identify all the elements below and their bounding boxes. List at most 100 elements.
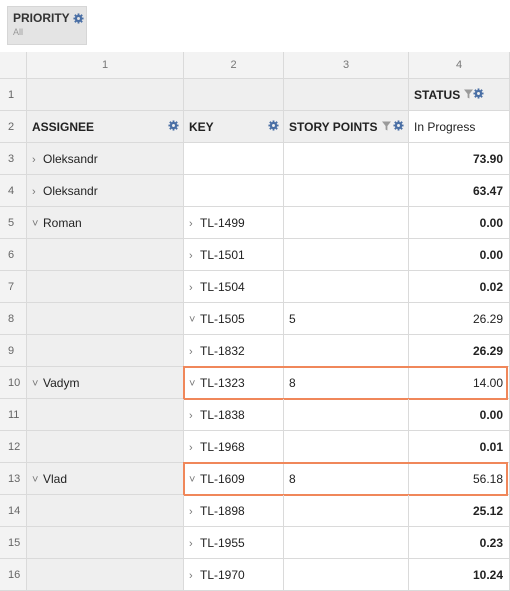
status-value-cell: 10.24	[409, 559, 510, 591]
funnel-icon[interactable]	[382, 120, 391, 134]
issue-key: TL-1505	[200, 312, 245, 326]
chevron-right-icon[interactable]: ›	[189, 560, 198, 590]
key-cell	[184, 175, 284, 207]
chevron-right-icon[interactable]: ›	[189, 240, 198, 270]
key-cell[interactable]: › TL-1898	[184, 495, 284, 527]
issue-key: TL-1501	[200, 248, 245, 262]
chevron-down-icon[interactable]: ˅	[32, 464, 41, 494]
chevron-down-icon[interactable]: ˅	[32, 368, 41, 398]
gear-icon[interactable]	[73, 12, 84, 24]
story-points-header[interactable]: STORY POINTS	[284, 111, 409, 143]
row-number: 10	[0, 367, 27, 399]
gear-icon[interactable]	[473, 88, 484, 102]
status-value-cell: 26.29	[409, 335, 510, 367]
key-cell[interactable]: › TL-1501	[184, 239, 284, 271]
column-number[interactable]: 1	[27, 52, 184, 79]
table-row: 6 › TL-1501 0.00	[0, 239, 510, 271]
row-number: 12	[0, 431, 27, 463]
row-number: 3	[0, 143, 27, 175]
key-cell[interactable]: › TL-1970	[184, 559, 284, 591]
chevron-right-icon[interactable]: ›	[189, 208, 198, 238]
column-number[interactable]: 4	[409, 52, 510, 79]
chevron-right-icon[interactable]: ›	[189, 400, 198, 430]
assignee-header-label: ASSIGNEE	[32, 120, 95, 134]
issue-key: TL-1609	[200, 472, 245, 486]
status-value-cell: 25.12	[409, 495, 510, 527]
priority-filter-chip[interactable]: PRIORITY All	[7, 6, 87, 45]
story-points-cell	[284, 143, 409, 175]
assignee-cell[interactable]: › Oleksandr	[27, 175, 184, 207]
table-row: 4 › Oleksandr 63.47	[0, 175, 510, 207]
table-row: 8 ˅ TL-1505 5 26.29	[0, 303, 510, 335]
empty-header-cell	[27, 79, 184, 111]
row-number: 7	[0, 271, 27, 303]
chevron-right-icon[interactable]: ›	[32, 144, 41, 174]
assignee-header[interactable]: ASSIGNEE	[27, 111, 184, 143]
key-cell[interactable]: › TL-1832	[184, 335, 284, 367]
chevron-right-icon[interactable]: ›	[189, 432, 198, 462]
assignee-cell[interactable]: ˅ Vadym	[27, 367, 184, 399]
column-number[interactable]: 3	[284, 52, 409, 79]
key-cell[interactable]: ˅ TL-1323	[184, 367, 284, 399]
row-number: 6	[0, 239, 27, 271]
status-header[interactable]: STATUS	[409, 79, 510, 111]
issue-key: TL-1504	[200, 280, 245, 294]
story-points-cell: 8	[284, 367, 409, 399]
story-points-cell	[284, 399, 409, 431]
table-row: 2 ASSIGNEE KEY STORY POINTS In Progress	[0, 111, 510, 143]
chevron-down-icon[interactable]: ˅	[32, 208, 41, 238]
status-value-header[interactable]: In Progress	[409, 111, 510, 143]
story-points-cell	[284, 207, 409, 239]
status-value-cell: 0.01	[409, 431, 510, 463]
assignee-cell[interactable]: ˅ Roman	[27, 207, 184, 239]
key-cell	[184, 143, 284, 175]
corner-cell	[0, 52, 27, 79]
table-row: 1 STATUS	[0, 79, 510, 111]
status-value-cell: 14.00	[409, 367, 510, 399]
row-number: 1	[0, 79, 27, 111]
gear-icon[interactable]	[168, 120, 179, 134]
key-cell[interactable]: › TL-1504	[184, 271, 284, 303]
story-points-cell	[284, 271, 409, 303]
issue-key: TL-1968	[200, 440, 245, 454]
chevron-right-icon[interactable]: ›	[32, 176, 41, 206]
chevron-down-icon[interactable]: ˅	[189, 304, 198, 334]
gear-icon[interactable]	[268, 120, 279, 134]
column-number[interactable]: 2	[184, 52, 284, 79]
chevron-down-icon[interactable]: ˅	[189, 368, 198, 398]
story-points-cell	[284, 559, 409, 591]
issue-key: TL-1970	[200, 568, 245, 582]
row-number: 14	[0, 495, 27, 527]
assignee-cell[interactable]: › Oleksandr	[27, 143, 184, 175]
chevron-right-icon[interactable]: ›	[189, 336, 198, 366]
chevron-right-icon[interactable]: ›	[189, 272, 198, 302]
chevron-right-icon[interactable]: ›	[189, 528, 198, 558]
key-cell[interactable]: › TL-1968	[184, 431, 284, 463]
chevron-down-icon[interactable]: ˅	[189, 464, 198, 494]
story-points-header-label: STORY POINTS	[289, 120, 378, 134]
empty-header-cell	[184, 79, 284, 111]
key-header-label: KEY	[189, 120, 214, 134]
table-row: 13 ˅ Vlad ˅ TL-1609 8 56.18	[0, 462, 510, 496]
key-cell[interactable]: ˅ TL-1609	[184, 463, 284, 495]
assignee-name: Vlad	[43, 472, 68, 486]
story-points-cell	[284, 431, 409, 463]
column-number-row: 1234	[0, 52, 510, 79]
assignee-cell	[27, 271, 184, 303]
funnel-icon[interactable]	[463, 88, 473, 102]
key-cell[interactable]: › TL-1838	[184, 399, 284, 431]
key-cell[interactable]: › TL-1499	[184, 207, 284, 239]
gear-icon[interactable]	[393, 120, 404, 134]
story-points-cell: 5	[284, 303, 409, 335]
chevron-right-icon[interactable]: ›	[189, 496, 198, 526]
issue-key: TL-1499	[200, 216, 245, 230]
key-header[interactable]: KEY	[184, 111, 284, 143]
assignee-cell[interactable]: ˅ Vlad	[27, 463, 184, 495]
key-cell[interactable]: ˅ TL-1505	[184, 303, 284, 335]
key-cell[interactable]: › TL-1955	[184, 527, 284, 559]
table-row: 5 ˅ Roman › TL-1499 0.00	[0, 207, 510, 239]
assignee-cell	[27, 335, 184, 367]
story-points-cell	[284, 175, 409, 207]
assignee-name: Roman	[43, 216, 82, 230]
row-number: 2	[0, 111, 27, 143]
